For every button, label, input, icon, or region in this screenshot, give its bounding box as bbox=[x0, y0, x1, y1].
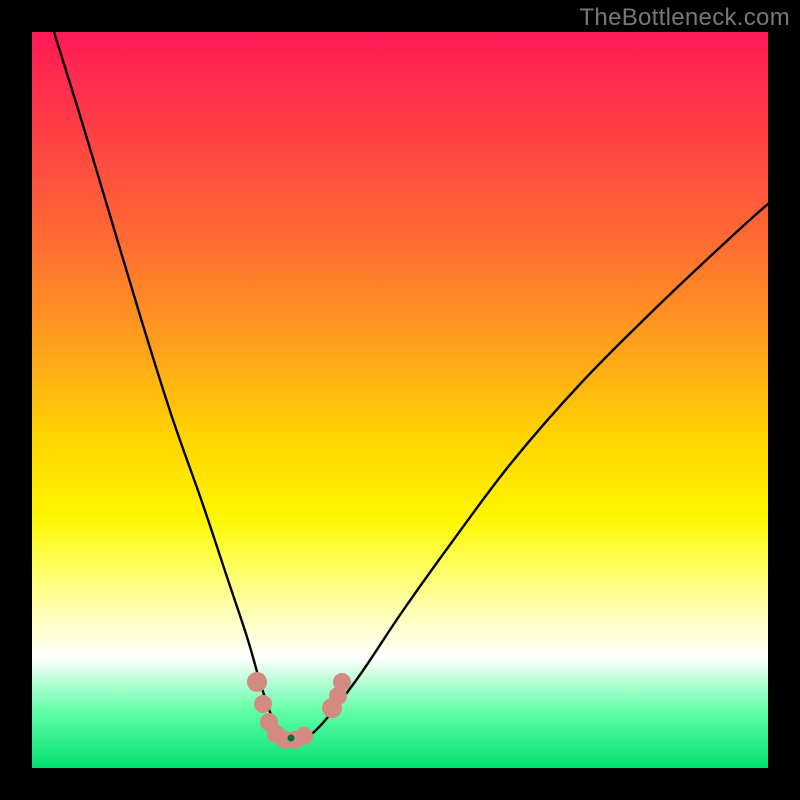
plot-area bbox=[32, 32, 768, 768]
watermark-text: TheBottleneck.com bbox=[579, 4, 790, 32]
chart-frame: TheBottleneck.com bbox=[0, 0, 800, 800]
bottleneck-curve bbox=[32, 32, 768, 768]
